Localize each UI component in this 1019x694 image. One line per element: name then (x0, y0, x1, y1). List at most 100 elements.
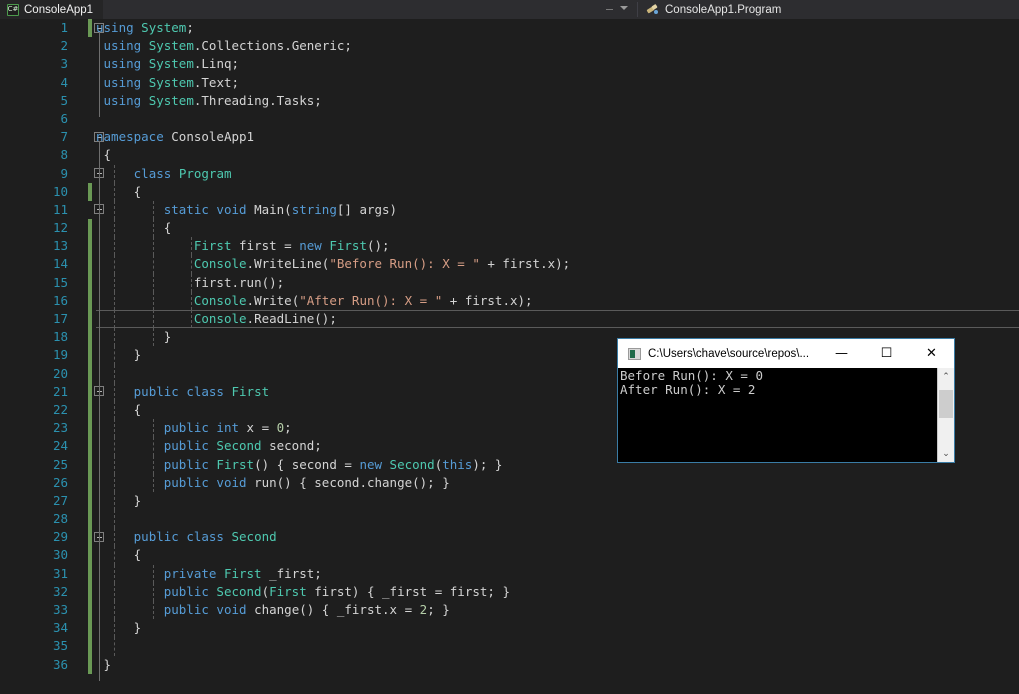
code-text: first.run(); (193, 274, 285, 290)
console-output-area: Before Run(): X = 0 After Run(): X = 2 ⌃… (618, 368, 954, 462)
console-scrollbar[interactable]: ⌃ ⌄ (937, 368, 954, 462)
code-line[interactable]: 28 (0, 510, 1019, 529)
code-line[interactable]: 35 (0, 637, 1019, 656)
code-text: } (96, 620, 142, 636)
code-text: } (96, 347, 142, 363)
code-line[interactable]: 34 } (0, 619, 1019, 638)
line-number: 18 (52, 329, 68, 345)
code-line[interactable]: 15 first.run(); (0, 273, 1019, 292)
line-number: 6 (60, 110, 68, 126)
scroll-down-icon[interactable]: ⌄ (938, 445, 954, 462)
close-button[interactable]: ✕ (909, 339, 954, 368)
code-text: Console.WriteLine("Before Run(): X = " +… (193, 256, 571, 272)
chevron-down-icon[interactable] (620, 6, 628, 10)
code-line[interactable]: 5 using System.Threading.Tasks; (0, 92, 1019, 110)
line-number: 32 (52, 583, 68, 599)
code-text: public First() { second = new Second(thi… (163, 456, 503, 472)
line-number: 33 (52, 602, 68, 617)
code-text: public int x = 0; (163, 420, 292, 436)
line-number: 23 (52, 420, 68, 436)
code-line[interactable]: 33 public void change() { _first.x = 2; … (0, 601, 1019, 620)
code-line[interactable]: 13 First first = new First(); (0, 237, 1019, 256)
change-indicator-bar (88, 74, 92, 92)
navbar-member-dropdown[interactable]: ConsoleApp1.Program (646, 0, 781, 19)
code-text: { (96, 220, 172, 236)
change-indicator-bar (88, 219, 92, 238)
code-text: } (96, 329, 172, 345)
indent-guide (114, 510, 115, 529)
code-text: namespace ConsoleApp1 (96, 129, 255, 145)
visual-studio-window: C# ConsoleApp1 ConsoleApp1.Program 1 usin… (0, 0, 1019, 694)
line-number: 25 (52, 456, 68, 472)
code-line[interactable]: 11 static void Main(string[] args) (0, 200, 1019, 220)
code-line[interactable]: 36 } (0, 655, 1019, 674)
code-line[interactable]: 30 { (0, 546, 1019, 565)
code-line[interactable]: 14 Console.WriteLine("Before Run(): X = … (0, 255, 1019, 274)
code-line[interactable]: 4 using System.Text; (0, 74, 1019, 92)
change-indicator-bar (88, 437, 92, 456)
code-line[interactable]: 32 public Second(First first) { _first =… (0, 582, 1019, 601)
code-text: class Program (133, 165, 232, 181)
scroll-up-icon[interactable]: ⌃ (938, 368, 954, 385)
code-line[interactable]: 9 class Program (0, 164, 1019, 183)
document-tab-label: ConsoleApp1 (24, 3, 94, 16)
change-indicator-bar (88, 92, 92, 110)
change-indicator-bar (88, 582, 92, 601)
change-indicator-bar (88, 128, 92, 146)
line-number: 31 (52, 565, 68, 581)
line-number: 9 (60, 165, 68, 181)
line-number: 20 (52, 365, 68, 381)
code-text: { (96, 183, 142, 199)
code-line[interactable]: 1 using System; (0, 19, 1019, 38)
indent-guide (114, 637, 115, 656)
change-indicator-bar (88, 310, 92, 329)
console-title-bar[interactable]: C:\Users\chave\source\repos\... — ☐ ✕ (618, 339, 954, 368)
code-text: using System.Text; (103, 74, 240, 90)
minimize-button[interactable]: — (819, 339, 864, 368)
code-line[interactable]: 2 using System.Collections.Generic; (0, 37, 1019, 55)
maximize-button[interactable]: ☐ (864, 339, 909, 368)
code-text: Console.Write("After Run(): X = " + firs… (193, 292, 533, 308)
console-output-window[interactable]: C:\Users\chave\source\repos\... — ☐ ✕ Be… (617, 338, 955, 463)
code-text: public void change() { _first.x = 2; } (163, 602, 450, 617)
change-indicator-bar (88, 455, 92, 474)
code-line[interactable]: 6 (0, 110, 1019, 128)
code-line[interactable]: 7 namespace ConsoleApp1 (0, 128, 1019, 146)
code-line[interactable]: 12 { (0, 219, 1019, 238)
code-line[interactable]: 3 using System.Linq; (0, 55, 1019, 73)
line-number: 34 (52, 620, 68, 636)
change-indicator-bar (88, 619, 92, 638)
code-text: using System.Collections.Generic; (103, 38, 352, 54)
code-line[interactable]: 17 Console.ReadLine(); (0, 310, 1019, 329)
code-text: public class Second (133, 529, 277, 545)
line-number: 5 (60, 92, 68, 108)
code-line[interactable]: 31 private First _first; (0, 564, 1019, 583)
code-line[interactable]: 10 { (0, 182, 1019, 201)
line-number: 35 (52, 638, 68, 654)
fold-region-line (98, 32, 100, 117)
change-indicator-bar (88, 110, 92, 128)
line-number: 7 (60, 129, 68, 145)
code-text: First first = new First(); (193, 238, 390, 254)
line-number: 12 (52, 220, 68, 236)
code-text: Console.ReadLine(); (193, 311, 337, 326)
code-line[interactable]: 26 public void run() { second.change(); … (0, 473, 1019, 492)
line-number: 15 (52, 274, 68, 290)
code-text: public Second second; (163, 438, 322, 454)
code-text: public Second(First first) { _first = fi… (163, 583, 510, 599)
console-title-text: C:\Users\chave\source\repos\... (648, 347, 810, 360)
code-line[interactable]: 16 Console.Write("After Run(): X = " + f… (0, 291, 1019, 310)
navbar-member-label: ConsoleApp1.Program (665, 3, 782, 16)
document-tab-consoleapp1[interactable]: C# ConsoleApp1 (0, 0, 104, 19)
code-line[interactable]: 29 public class Second (0, 528, 1019, 547)
scrollbar-thumb[interactable] (939, 390, 953, 418)
code-text: using System.Threading.Tasks; (103, 92, 322, 108)
code-line[interactable]: 8 { (0, 146, 1019, 164)
line-number: 10 (52, 183, 68, 199)
line-number: 24 (52, 438, 68, 454)
code-line[interactable]: 27 } (0, 491, 1019, 511)
code-text: public void run() { second.change(); } (163, 474, 450, 490)
change-indicator-bar (88, 255, 92, 274)
change-indicator-bar (88, 491, 92, 511)
change-indicator-bar (88, 364, 92, 383)
